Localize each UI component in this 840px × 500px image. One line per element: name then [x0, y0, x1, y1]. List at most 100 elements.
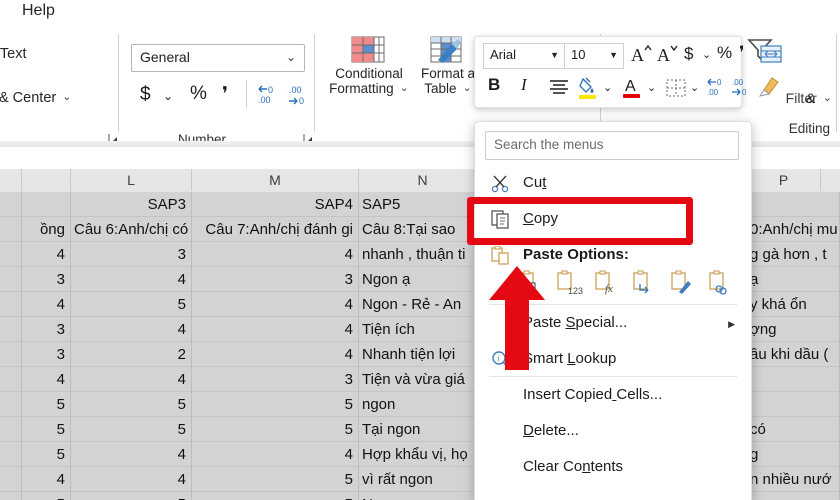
currency-format-button[interactable]: $: [140, 84, 151, 106]
grid-cell-l[interactable]: 4: [71, 267, 192, 292]
grid-cell-m[interactable]: 5: [192, 392, 359, 417]
menu-item-paste-special[interactable]: Paste Special...▶: [475, 306, 751, 342]
grid-cell-p[interactable]: n nhiều nướ: [747, 467, 840, 492]
paste-values-icon[interactable]: 123: [555, 270, 581, 296]
percent-style-button[interactable]: %: [717, 43, 732, 63]
grid-cell-p[interactable]: [747, 392, 840, 417]
grid-cell-p[interactable]: g gà hơn , t: [747, 242, 840, 267]
grid-cell-p[interactable]: [747, 192, 840, 217]
row-header[interactable]: [0, 492, 22, 500]
borders-button[interactable]: [666, 79, 686, 102]
menu-item-delete[interactable]: Delete...: [475, 414, 751, 450]
grid-cell-n[interactable]: SAP5: [359, 192, 487, 217]
chevron-down-icon[interactable]: ⌄: [463, 82, 472, 94]
menu-item-copy[interactable]: Copy: [475, 202, 751, 238]
grid-cell-m[interactable]: Câu 7:Anh/chị đánh gi: [192, 217, 359, 242]
grid-cell-k[interactable]: 3: [22, 342, 71, 367]
grid-cell-l[interactable]: 5: [71, 292, 192, 317]
row-header[interactable]: [0, 467, 22, 492]
grid-cell-k[interactable]: 3: [22, 317, 71, 342]
grid-cell-k[interactable]: 4: [22, 467, 71, 492]
menu-item-clear-contents[interactable]: Clear Contents: [475, 450, 751, 486]
grid-cell-p[interactable]: [747, 492, 840, 500]
grid-cell-k[interactable]: 4: [22, 242, 71, 267]
chevron-down-icon[interactable]: ⌄: [163, 89, 173, 103]
grid-cell-m[interactable]: 4: [192, 292, 359, 317]
grid-cell-m[interactable]: 4: [192, 442, 359, 467]
grid-cell-m[interactable]: 4: [192, 342, 359, 367]
font-name-combo[interactable]: Arial ▼: [483, 43, 565, 69]
column-header-n[interactable]: N: [359, 169, 487, 191]
paste-link-icon[interactable]: [707, 270, 733, 296]
search-the-menus-input[interactable]: Search the menus: [485, 131, 739, 160]
column-header-partial[interactable]: [22, 169, 71, 191]
column-header-l[interactable]: L: [71, 169, 192, 191]
chevron-down-icon[interactable]: ⌄: [286, 50, 296, 64]
grid-cell-l[interactable]: 4: [71, 367, 192, 392]
grid-cell-k[interactable]: 5: [22, 492, 71, 500]
menu-item-cut[interactable]: Cut: [475, 166, 751, 202]
grid-cell-k[interactable]: 3: [22, 267, 71, 292]
currency-format-button[interactable]: $: [684, 44, 693, 64]
grid-cell-p[interactable]: ợng: [747, 317, 840, 342]
grid-cell-p[interactable]: g: [747, 442, 840, 467]
grid-cell-n[interactable]: Tại ngon: [359, 417, 487, 442]
grid-cell-p[interactable]: [747, 367, 840, 392]
chevron-down-icon[interactable]: ▼: [550, 50, 559, 60]
grid-cell-l[interactable]: 2: [71, 342, 192, 367]
chevron-down-icon[interactable]: ⌄: [823, 92, 832, 104]
chevron-down-icon[interactable]: ⌄: [702, 48, 711, 61]
grid-cell-m[interactable]: 5: [192, 492, 359, 500]
paste-options-icon-row[interactable]: 123fx: [517, 270, 747, 300]
menu-item-insert-copied-cells[interactable]: Insert Copied Cells...: [475, 378, 751, 414]
grid-cell-l[interactable]: 5: [71, 417, 192, 442]
comma-style-button[interactable]: ❜: [739, 43, 744, 63]
row-header[interactable]: [0, 342, 22, 367]
grid-cell-k[interactable]: 5: [22, 392, 71, 417]
align-center-button[interactable]: [549, 79, 569, 100]
grid-cell-p[interactable]: y khá ổn: [747, 292, 840, 317]
grid-cell-l[interactable]: 4: [71, 317, 192, 342]
row-header[interactable]: [0, 392, 22, 417]
row-header[interactable]: [0, 317, 22, 342]
bold-button[interactable]: B: [488, 75, 500, 95]
decrease-font-size-button[interactable]: A: [656, 42, 678, 71]
grid-cell-k[interactable]: 4: [22, 292, 71, 317]
grid-cell-p[interactable]: 0:Anh/chị mu: [747, 217, 840, 242]
chevron-down-icon[interactable]: ▼: [609, 50, 618, 60]
increase-font-size-button[interactable]: A: [630, 42, 652, 71]
format-cells-button[interactable]: [760, 44, 782, 69]
paste-all-icon[interactable]: [517, 270, 543, 296]
grid-cell-l[interactable]: 3: [71, 242, 192, 267]
grid-cell-k[interactable]: 5: [22, 417, 71, 442]
grid-cell-n[interactable]: Ngon - Rẻ - An: [359, 292, 487, 317]
chevron-down-icon[interactable]: ⌄: [690, 81, 699, 94]
number-format-combo[interactable]: General ⌄: [131, 44, 305, 72]
grid-cell-n[interactable]: Tiện và vừa giá: [359, 367, 487, 392]
grid-cell-m[interactable]: 5: [192, 467, 359, 492]
format-painter-button[interactable]: [758, 77, 780, 102]
conditional-formatting-button[interactable]: Conditional Formatting⌄: [325, 66, 413, 98]
column-header-m[interactable]: M: [192, 169, 359, 191]
italic-button[interactable]: I: [521, 75, 527, 95]
grid-cell-l[interactable]: Câu 6:Anh/chị có đồng: [71, 217, 192, 242]
grid-cell-m[interactable]: 4: [192, 242, 359, 267]
row-header[interactable]: [0, 217, 22, 242]
comma-style-button[interactable]: ❜: [222, 83, 228, 106]
column-header-p[interactable]: P: [747, 169, 821, 191]
grid-cell-k[interactable]: ồng: [22, 217, 71, 242]
grid-cell-n[interactable]: nhanh , thuận ti: [359, 242, 487, 267]
grid-cell-m[interactable]: 5: [192, 417, 359, 442]
grid-cell-n[interactable]: Hợp khẩu vị, họ: [359, 442, 487, 467]
grid-cell-l[interactable]: 4: [71, 442, 192, 467]
wrap-text-button[interactable]: ap Text: [0, 46, 27, 62]
menu-item-smart-lookup[interactable]: iSmart Lookup: [475, 342, 751, 378]
grid-cell-m[interactable]: 3: [192, 367, 359, 392]
grid-cell-n[interactable]: Ngon ạ: [359, 267, 487, 292]
grid-cell-l[interactable]: 5: [71, 492, 192, 500]
decrease-decimal-button[interactable]: 0.00: [256, 84, 280, 111]
chevron-down-icon[interactable]: ⌄: [62, 91, 71, 103]
grid-cell-k[interactable]: 4: [22, 367, 71, 392]
font-size-combo[interactable]: 10 ▼: [564, 43, 624, 69]
grid-cell-k[interactable]: 5: [22, 442, 71, 467]
